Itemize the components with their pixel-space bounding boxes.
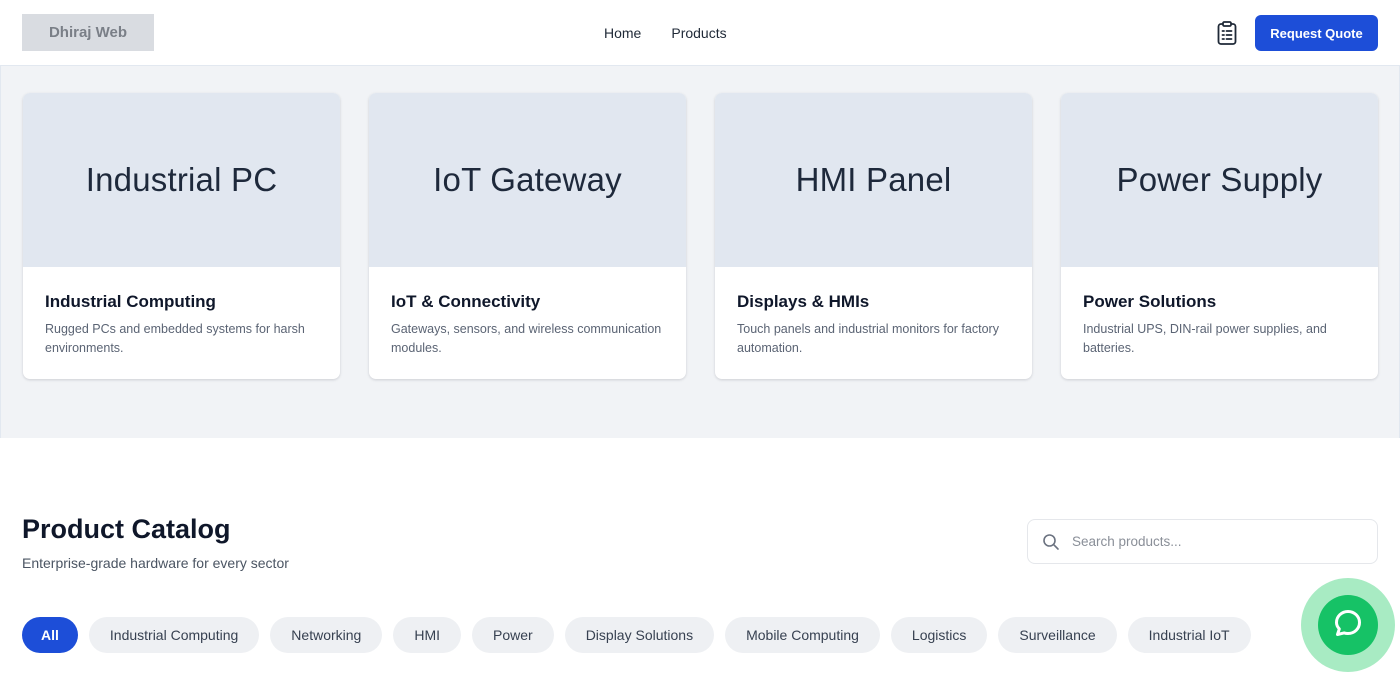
catalog-subtitle: Enterprise-grade hardware for every sect… — [22, 555, 289, 571]
filter-chip-industrial-iot[interactable]: Industrial IoT — [1127, 617, 1251, 653]
catalog-title: Product Catalog — [22, 514, 231, 544]
site-logo[interactable]: Dhiraj Web — [22, 14, 154, 51]
clipboard-list-icon[interactable] — [1214, 20, 1240, 46]
nav-link-products[interactable]: Products — [671, 22, 726, 44]
nav-link-home[interactable]: Home — [604, 22, 641, 44]
category-image-label: Industrial PC — [85, 161, 278, 198]
filter-chip-logistics[interactable]: Logistics — [890, 617, 988, 653]
category-description: Rugged PCs and embedded systems for hars… — [45, 322, 305, 355]
search-box — [1027, 519, 1378, 564]
filter-chip-industrial-computing[interactable]: Industrial Computing — [88, 617, 260, 653]
filter-chip-surveillance[interactable]: Surveillance — [998, 617, 1117, 653]
search-icon — [1042, 533, 1060, 551]
category-card-industrial-computing[interactable]: Industrial PC Industrial Computing Rugge… — [23, 93, 340, 379]
chat-button-core — [1318, 595, 1378, 655]
category-title: Industrial Computing — [45, 292, 216, 311]
category-image: Industrial PC — [23, 93, 340, 267]
chat-widget-button[interactable] — [1301, 578, 1395, 672]
filter-chip-all[interactable]: All — [22, 617, 78, 653]
category-title: Power Solutions — [1083, 292, 1217, 311]
filter-chip-networking[interactable]: Networking — [270, 617, 383, 653]
category-title: IoT & Connectivity — [391, 292, 541, 311]
category-image: Power Supply — [1061, 93, 1378, 267]
category-image: IoT Gateway — [369, 93, 686, 267]
category-description: Touch panels and industrial monitors for… — [737, 322, 999, 355]
category-image: HMI Panel — [715, 93, 1032, 267]
category-description: Industrial UPS, DIN-rail power supplies,… — [1083, 322, 1327, 355]
category-card-displays-hmis[interactable]: HMI Panel Displays & HMIs Touch panels a… — [715, 93, 1032, 379]
filter-chip-hmi[interactable]: HMI — [393, 617, 461, 653]
category-image-label: IoT Gateway — [433, 161, 622, 198]
category-image-label: HMI Panel — [795, 161, 952, 198]
filter-chip-display-solutions[interactable]: Display Solutions — [564, 617, 715, 653]
filter-chip-power[interactable]: Power — [472, 617, 554, 653]
category-title: Displays & HMIs — [737, 292, 870, 311]
search-input[interactable] — [1072, 520, 1367, 563]
category-section: Industrial PC Industrial Computing Rugge… — [0, 66, 1400, 438]
category-card-iot-connectivity[interactable]: IoT Gateway IoT & Connectivity Gateways,… — [369, 93, 686, 379]
category-image-label: Power Supply — [1116, 161, 1323, 198]
chat-bubble-icon — [1332, 607, 1364, 644]
main-nav: Home Products — [604, 22, 727, 44]
site-header: Dhiraj Web Home Products Request Quote — [0, 0, 1400, 66]
request-quote-button[interactable]: Request Quote — [1255, 15, 1378, 51]
category-description: Gateways, sensors, and wireless communic… — [391, 322, 662, 355]
filter-chip-mobile-computing[interactable]: Mobile Computing — [725, 617, 880, 653]
filter-chips: All Industrial Computing Networking HMI … — [22, 617, 1251, 653]
category-card-power-solutions[interactable]: Power Supply Power Solutions Industrial … — [1061, 93, 1378, 379]
